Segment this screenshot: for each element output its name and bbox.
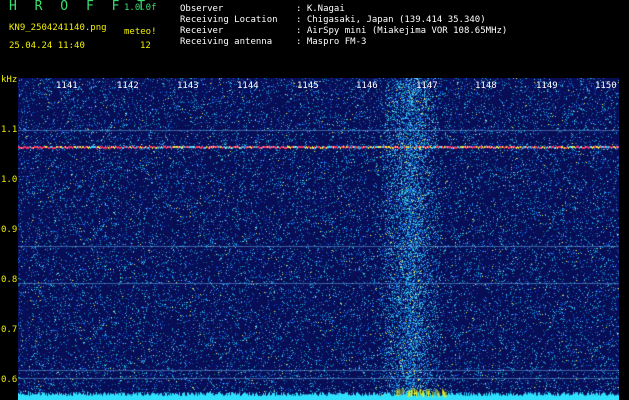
x-tick-1144: 1144 (237, 81, 259, 91)
y-tick-0-9: 0.9 (1, 225, 18, 235)
x-tick-1147: 1147 (416, 81, 438, 91)
capture-datetime: 25.04.24 11:40 (9, 41, 85, 51)
x-tick-1149: 1149 (536, 81, 558, 91)
x-tick-1148: 1148 (475, 81, 497, 91)
meteor-count: 12 (140, 41, 151, 51)
header-panel: H R O F F T 1.0.0f KN9_2504241140.png 25… (0, 0, 629, 75)
y-tick-0-8: 0.8 (1, 275, 18, 285)
y-tick-0-7: 0.7 (1, 325, 18, 335)
y-tick-1-0: 1.0 (1, 175, 18, 185)
x-tick-1141: 1141 (56, 81, 78, 91)
y-tick-0-6: 0.6 (1, 375, 18, 385)
info-key-observer: Observer (180, 4, 224, 14)
info-key-antenna: Receiving antenna (180, 37, 273, 47)
info-value-observer: : K.Nagai (296, 4, 345, 14)
info-value-receiver: : AirSpy mini (Miakejima VOR 108.65MHz) (296, 26, 508, 36)
image-filename: KN9_2504241140.png (9, 23, 107, 33)
app-version: 1.0.0f (124, 3, 157, 13)
x-tick-1143: 1143 (177, 81, 199, 91)
y-axis-unit: kHz (1, 75, 18, 85)
y-tick-1-1: 1.1 (1, 125, 18, 135)
spectrogram-plot (18, 78, 619, 400)
meteor-count-label: meteo! (124, 27, 157, 37)
info-key-receiver: Receiver (180, 26, 224, 36)
x-tick-1150: 1150 (595, 81, 617, 91)
x-tick-1146: 1146 (356, 81, 378, 91)
info-value-location: : Chigasaki, Japan (139.414 35.340) (296, 15, 486, 25)
x-tick-1142: 1142 (117, 81, 139, 91)
info-value-antenna: : Maspro FM-3 (296, 37, 367, 47)
spectrogram-canvas (18, 78, 619, 400)
x-tick-1145: 1145 (297, 81, 319, 91)
info-key-location: Receiving Location (180, 15, 278, 25)
